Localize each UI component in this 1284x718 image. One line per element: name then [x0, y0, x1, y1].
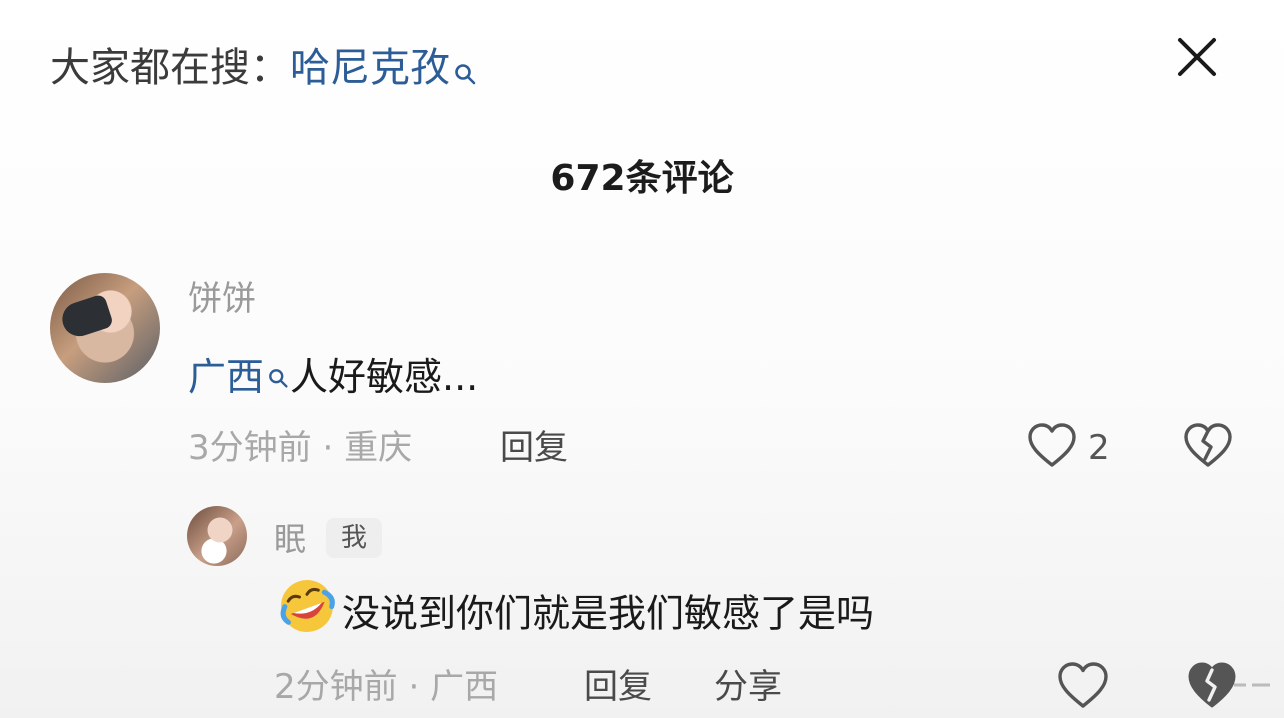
- rolling-on-floor-laughing-emoji-icon: [276, 577, 338, 649]
- reply-button[interactable]: 回复: [584, 664, 652, 710]
- comment-meta: 3分钟前 · 重庆: [188, 428, 413, 468]
- watermark-mark: [1232, 676, 1272, 694]
- share-button[interactable]: 分享: [714, 664, 782, 710]
- like-count: 2: [1088, 428, 1110, 468]
- reply-button[interactable]: 回复: [500, 425, 568, 471]
- dislike-broken-heart-icon[interactable]: [1186, 660, 1238, 712]
- comment-location: 重庆: [344, 428, 413, 468]
- reply-text: 没说到你们就是我们敏感了是吗: [276, 580, 875, 649]
- comment-keyword-link[interactable]: 广西: [188, 355, 264, 399]
- reply-location: 广西: [430, 667, 499, 707]
- reply-meta: 2分钟前 · 广西: [274, 667, 499, 707]
- trending-search-term[interactable]: 哈尼克孜: [290, 45, 450, 91]
- comment-username[interactable]: 饼饼: [188, 277, 256, 321]
- comment-count-title: 672条评论: [550, 158, 734, 199]
- trending-search-prefix: 大家都在搜：: [50, 45, 290, 91]
- avatar[interactable]: [187, 506, 247, 566]
- comment-time: 3分钟前: [188, 428, 312, 468]
- reply-text-body: 没说到你们就是我们敏感了是吗: [342, 591, 875, 636]
- dislike-broken-heart-icon[interactable]: [1182, 421, 1234, 471]
- search-icon[interactable]: [454, 46, 478, 102]
- search-icon[interactable]: [268, 350, 290, 404]
- like-icon[interactable]: [1026, 421, 1078, 471]
- comment-text: 广西 人好敏感...: [188, 350, 478, 404]
- comment-text-body: 人好敏感...: [290, 355, 479, 399]
- reply-username[interactable]: 眠: [274, 517, 306, 561]
- like-icon[interactable]: [1056, 660, 1110, 712]
- author-badge: 我: [326, 518, 382, 558]
- reply-time: 2分钟前: [274, 667, 398, 707]
- trending-search-bar[interactable]: 大家都在搜：哈尼克孜: [50, 40, 478, 102]
- close-icon[interactable]: [1170, 30, 1224, 84]
